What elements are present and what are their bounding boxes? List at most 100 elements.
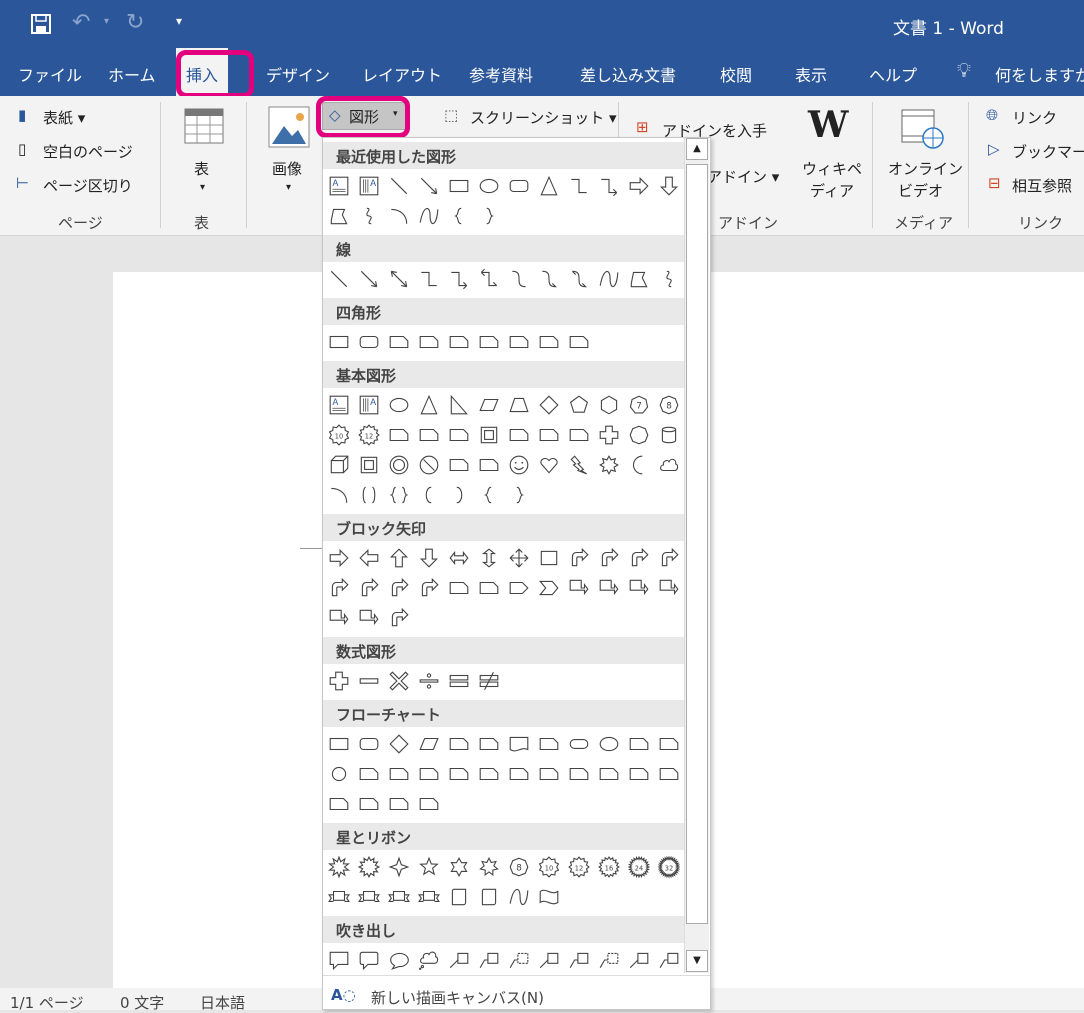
shape-burst1[interactable] bbox=[325, 853, 353, 881]
shape-bevel[interactable] bbox=[355, 451, 383, 479]
blank-page-button[interactable]: 空白のページ bbox=[43, 141, 133, 162]
shape-lightning[interactable] bbox=[565, 451, 593, 479]
shape-wave[interactable] bbox=[505, 883, 533, 911]
shape-line1[interactable] bbox=[625, 946, 653, 973]
shape-display[interactable] bbox=[415, 790, 443, 818]
shape-triangle[interactable] bbox=[535, 172, 563, 200]
tab-help[interactable]: ヘルプ bbox=[869, 62, 917, 86]
shape-arc[interactable] bbox=[385, 202, 413, 230]
tab-review[interactable]: 校閲 bbox=[720, 62, 752, 86]
shape-cylinder[interactable] bbox=[655, 421, 683, 449]
shape-scribble[interactable] bbox=[655, 265, 683, 293]
shape-manualop[interactable] bbox=[655, 730, 683, 758]
shape-brackets[interactable] bbox=[355, 481, 383, 509]
shape-snip3[interactable] bbox=[445, 328, 473, 356]
cross-reference-button[interactable]: 相互参照 bbox=[1012, 175, 1072, 196]
shape-bracketR[interactable] bbox=[445, 481, 473, 509]
shape-nosign[interactable] bbox=[415, 451, 443, 479]
shape-diagstripe[interactable] bbox=[565, 421, 593, 449]
shape-circle[interactable] bbox=[325, 760, 353, 788]
shape-round1[interactable] bbox=[505, 328, 533, 356]
shape-elbowdbl[interactable] bbox=[475, 265, 503, 293]
shape-halfframe[interactable] bbox=[505, 421, 533, 449]
undo-dropdown-icon[interactable]: ▾ bbox=[104, 16, 109, 27]
shape-arrowline[interactable] bbox=[415, 172, 443, 200]
shape-star5[interactable] bbox=[415, 853, 443, 881]
shape-elbow[interactable] bbox=[565, 172, 593, 200]
screenshot-button[interactable]: スクリーンショット ▾ bbox=[470, 107, 617, 128]
shape-line[interactable] bbox=[385, 172, 413, 200]
page-break-button[interactable]: ページ区切り bbox=[43, 175, 133, 196]
shape-snip2[interactable] bbox=[415, 328, 443, 356]
shape-heart[interactable] bbox=[535, 451, 563, 479]
shape-hexagon[interactable] bbox=[595, 391, 623, 419]
shape-curveU[interactable] bbox=[385, 574, 413, 602]
shape-arrowLRU[interactable] bbox=[535, 544, 563, 572]
shape-round2[interactable] bbox=[535, 328, 563, 356]
shape-arc[interactable] bbox=[325, 481, 353, 509]
picture-button[interactable]: 画像 bbox=[272, 158, 302, 179]
tab-design[interactable]: デザイン bbox=[266, 62, 330, 86]
shape-arrow4[interactable] bbox=[505, 544, 533, 572]
shape-plus[interactable] bbox=[595, 421, 623, 449]
shape-round3[interactable] bbox=[565, 328, 593, 356]
shape-line1[interactable] bbox=[535, 946, 563, 973]
shape-line3[interactable] bbox=[595, 946, 623, 973]
shape-circular[interactable] bbox=[385, 604, 413, 632]
tab-layout[interactable]: レイアウト bbox=[362, 62, 442, 86]
shape-star7[interactable] bbox=[475, 853, 503, 881]
scroll-thumb[interactable] bbox=[686, 164, 708, 924]
shape-diamond[interactable] bbox=[535, 391, 563, 419]
shape-bentup[interactable] bbox=[655, 544, 683, 572]
shape-line2[interactable] bbox=[475, 946, 503, 973]
shape-star6[interactable] bbox=[445, 853, 473, 881]
shape-scrollV[interactable] bbox=[445, 883, 473, 911]
shape-rtriangle[interactable] bbox=[445, 391, 473, 419]
shape-notchedR[interactable] bbox=[475, 574, 503, 602]
shape-chord[interactable] bbox=[415, 421, 443, 449]
shape-lshape[interactable] bbox=[535, 421, 563, 449]
bookmark-button[interactable]: ブックマーク bbox=[1012, 141, 1084, 162]
shape-curvedribbonU[interactable] bbox=[415, 883, 443, 911]
shape-moon[interactable] bbox=[625, 451, 653, 479]
shape-n12[interactable]: 12 bbox=[565, 853, 593, 881]
table-button[interactable]: 表 bbox=[194, 158, 209, 179]
shape-callellipse[interactable] bbox=[385, 946, 413, 973]
shape-arrowR[interactable] bbox=[325, 544, 353, 572]
shape-stripedR[interactable] bbox=[445, 574, 473, 602]
shape-arrowUD[interactable] bbox=[475, 544, 503, 572]
shape-smiley[interactable] bbox=[505, 451, 533, 479]
shape-or[interactable] bbox=[475, 760, 503, 788]
shape-uturn[interactable] bbox=[595, 544, 623, 572]
shape-bentarrow[interactable] bbox=[565, 544, 593, 572]
shape-equal[interactable] bbox=[445, 667, 473, 695]
shape-teardrop[interactable] bbox=[445, 421, 473, 449]
scroll-down-button[interactable]: ▼ bbox=[686, 950, 708, 972]
shape-braceR[interactable] bbox=[475, 202, 503, 230]
shape-donut[interactable] bbox=[385, 451, 413, 479]
shape-curvedribbonD[interactable] bbox=[385, 883, 413, 911]
shape-line2[interactable] bbox=[565, 946, 593, 973]
shape-callround[interactable] bbox=[355, 946, 383, 973]
shape-sun[interactable] bbox=[595, 451, 623, 479]
shape-n12[interactable]: 12 bbox=[355, 421, 383, 449]
shape-line[interactable] bbox=[325, 265, 353, 293]
shape-freeform[interactable] bbox=[325, 202, 353, 230]
shape-merge[interactable] bbox=[595, 760, 623, 788]
shape-n8[interactable]: 8 bbox=[655, 391, 683, 419]
shape-internal[interactable] bbox=[475, 730, 503, 758]
save-icon[interactable] bbox=[30, 13, 52, 35]
shape-braceR[interactable] bbox=[505, 481, 533, 509]
shape-cube[interactable] bbox=[325, 451, 353, 479]
shape-scribble[interactable] bbox=[355, 202, 383, 230]
shape-trapezoid[interactable] bbox=[505, 391, 533, 419]
shape-elbow[interactable] bbox=[415, 265, 443, 293]
shape-elbowarrow[interactable] bbox=[445, 265, 473, 293]
shape-elbowarrow[interactable] bbox=[595, 172, 623, 200]
shape-offpage[interactable] bbox=[355, 760, 383, 788]
shape-predefined[interactable] bbox=[445, 730, 473, 758]
shape-arrowD[interactable] bbox=[655, 172, 683, 200]
shape-textbox[interactable]: A bbox=[325, 391, 353, 419]
shape-roundrect[interactable] bbox=[505, 172, 533, 200]
shape-callcloud[interactable] bbox=[415, 946, 443, 973]
